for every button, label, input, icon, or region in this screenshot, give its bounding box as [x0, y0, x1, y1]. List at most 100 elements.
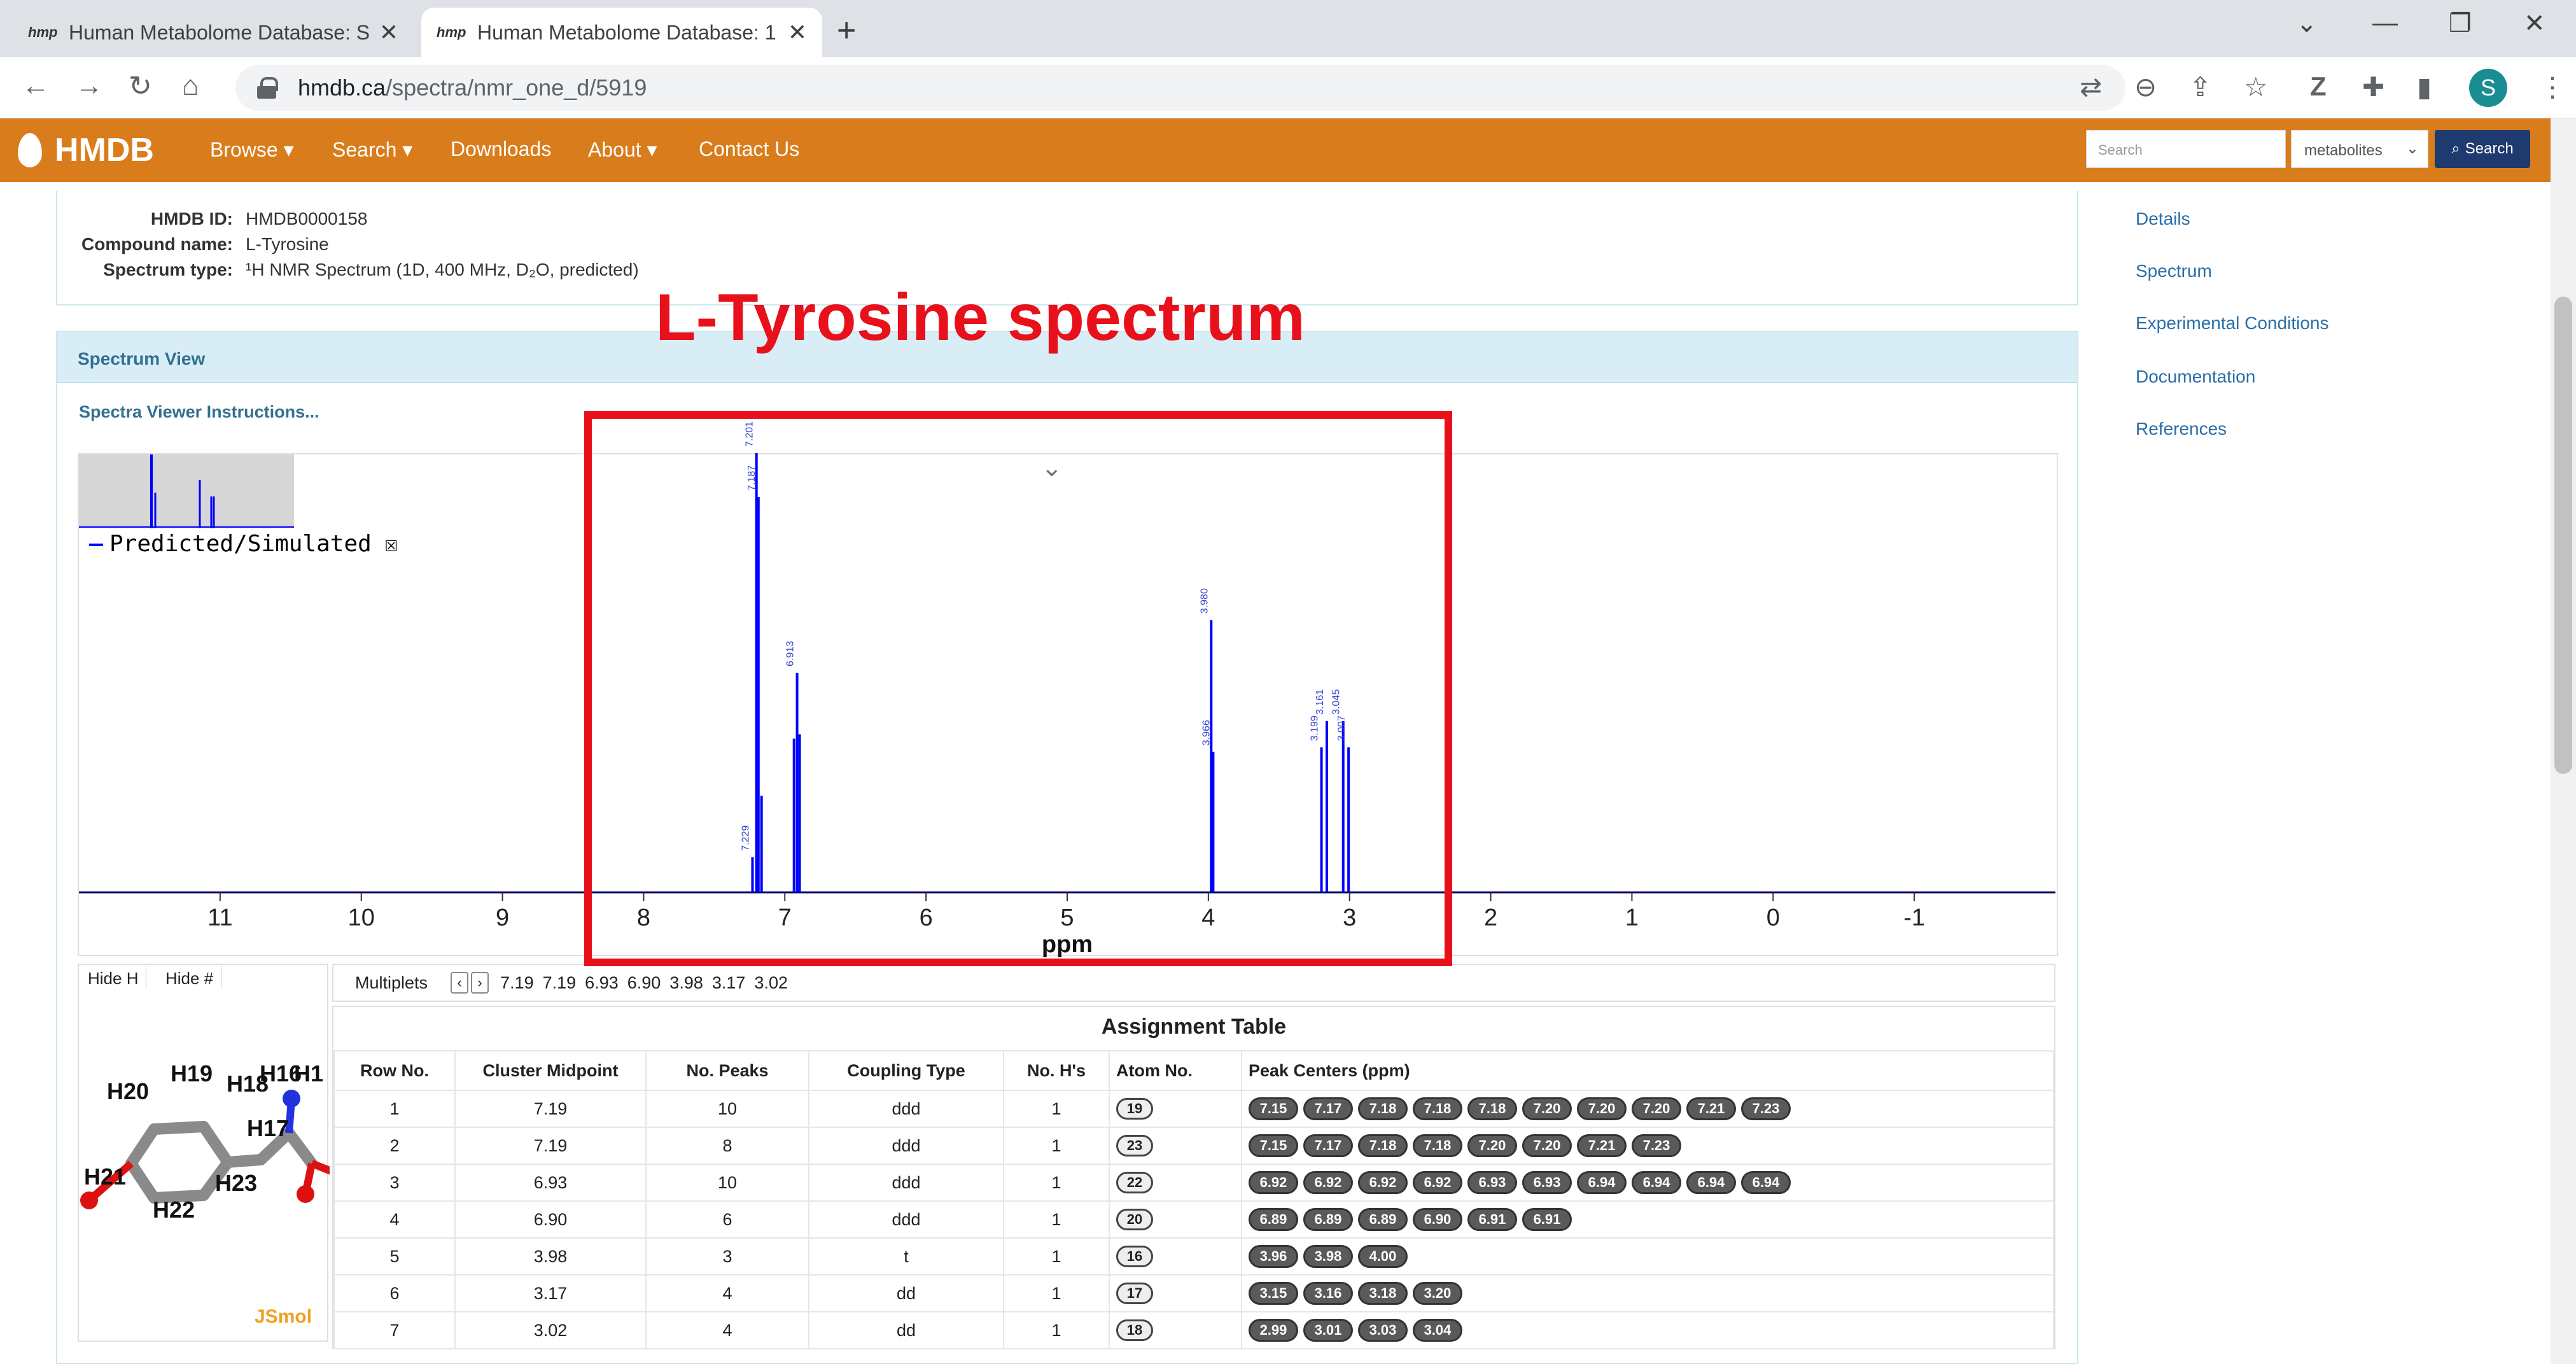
atom-label: H19	[171, 1060, 213, 1086]
peak-center-pill[interactable]: 3.04	[1413, 1319, 1462, 1342]
cluster-midpoint-cell: 6.90	[454, 1200, 647, 1239]
side-nav-references[interactable]: References	[2136, 419, 2227, 439]
row-number-cell: 2	[333, 1127, 456, 1165]
multiplet-value[interactable]: 3.17	[712, 973, 746, 993]
peak-center-pill[interactable]: 6.94	[1686, 1171, 1736, 1194]
multiplet-value[interactable]: 7.19	[543, 973, 577, 993]
multiplet-value[interactable]: 6.90	[627, 973, 661, 993]
peak-center-pill[interactable]: 7.20	[1632, 1097, 1681, 1120]
peak-center-pill[interactable]: 6.89	[1303, 1208, 1353, 1231]
peak-center-pill[interactable]: 7.20	[1577, 1097, 1627, 1120]
side-nav-experimental-conditions[interactable]: Experimental Conditions	[2136, 313, 2329, 334]
multiplet-value[interactable]: 3.98	[669, 973, 703, 993]
peak-center-pill[interactable]: 2.99	[1249, 1319, 1298, 1342]
number-of-h-cell: 1	[1003, 1127, 1110, 1165]
cluster-midpoint-cell: 3.02	[454, 1311, 647, 1349]
peak-center-pill[interactable]: 7.23	[1741, 1097, 1791, 1120]
molecule-3d-render	[80, 1090, 330, 1209]
peak-center-pill[interactable]: 3.96	[1249, 1245, 1298, 1268]
assignment-table: Row No. Cluster Midpoint No. Peaks Coupl…	[333, 1050, 2054, 1349]
peak-center-pill[interactable]: 3.16	[1303, 1282, 1353, 1305]
table-header-row: Row No. Cluster Midpoint No. Peaks Coupl…	[333, 1050, 2054, 1091]
previous-multiplet-button[interactable]: ‹	[451, 972, 469, 994]
peak-center-pill[interactable]: 7.21	[1686, 1097, 1736, 1120]
atom-label: H20	[107, 1078, 150, 1104]
peak-center-pill[interactable]: 7.18	[1358, 1097, 1408, 1120]
peak-center-pill[interactable]: 7.18	[1413, 1097, 1462, 1120]
atom-number-badge[interactable]: 22	[1116, 1172, 1153, 1193]
peak-center-pill[interactable]: 6.94	[1632, 1171, 1681, 1194]
table-row: 6 3.17 4 dd 1 17 3.15 3.16 3.18 3.20	[333, 1274, 2054, 1312]
coupling-type-cell: ddd	[808, 1090, 1004, 1128]
peak-center-pill[interactable]: 6.90	[1413, 1208, 1462, 1231]
peak-center-pill[interactable]: 6.93	[1467, 1171, 1517, 1194]
atom-number-badge[interactable]: 20	[1116, 1209, 1153, 1230]
x-tick-label: 11	[207, 904, 232, 931]
peak-center-pill[interactable]: 7.18	[1358, 1134, 1408, 1157]
atom-number-cell: 19	[1109, 1090, 1242, 1128]
peak-center-pill[interactable]: 6.92	[1413, 1171, 1462, 1194]
atom-number-badge[interactable]: 18	[1116, 1319, 1153, 1341]
atom-label: H17	[247, 1115, 290, 1141]
atom-number-badge[interactable]: 23	[1116, 1135, 1153, 1157]
peak-center-pill[interactable]: 6.91	[1467, 1208, 1517, 1231]
jsmol-label: JSmol	[255, 1306, 312, 1327]
atom-number-cell: 16	[1109, 1237, 1242, 1276]
atom-label: H1	[294, 1060, 324, 1086]
multiplet-value[interactable]: 7.19	[500, 973, 534, 993]
peak-center-pill[interactable]: 7.17	[1303, 1134, 1353, 1157]
multiplet-value[interactable]: 6.93	[585, 973, 619, 993]
atom-number-badge[interactable]: 17	[1116, 1283, 1153, 1304]
peak-center-pill[interactable]: 4.00	[1358, 1245, 1408, 1268]
peak-center-pill[interactable]: 6.92	[1303, 1171, 1353, 1194]
number-of-peaks-cell: 3	[645, 1237, 809, 1276]
peak-center-pill[interactable]: 7.15	[1249, 1134, 1298, 1157]
peak-center-pill[interactable]: 7.21	[1577, 1134, 1627, 1157]
peak-center-pill[interactable]: 3.03	[1358, 1319, 1408, 1342]
number-of-peaks-cell: 8	[645, 1127, 809, 1165]
peak-center-pill[interactable]: 3.15	[1249, 1282, 1298, 1305]
number-of-peaks-cell: 10	[645, 1164, 809, 1202]
column-header: Atom No.	[1109, 1050, 1242, 1091]
peak-center-pill[interactable]: 7.15	[1249, 1097, 1298, 1120]
peak-center-pill[interactable]: 3.01	[1303, 1319, 1353, 1342]
peak-centers-cell: 7.15 7.17 7.18 7.18 7.20 7.20 7.21 7.23	[1241, 1127, 2054, 1165]
column-header: Coupling Type	[808, 1050, 1004, 1091]
cluster-midpoint-cell: 7.19	[454, 1090, 647, 1128]
table-row: 1 7.19 10 ddd 1 19 7.15 7.17 7.18 7.18 7.18 7.20 7.2…	[333, 1090, 2054, 1128]
number-of-h-cell: 1	[1003, 1090, 1110, 1128]
peak-center-pill[interactable]: 7.20	[1522, 1097, 1572, 1120]
multiplet-value[interactable]: 3.02	[754, 973, 788, 993]
assignment-table-title: Assignment Table	[1101, 1015, 1287, 1039]
peak-center-pill[interactable]: 6.94	[1741, 1171, 1791, 1194]
next-multiplet-button[interactable]: ›	[471, 972, 489, 994]
atom-number-badge[interactable]: 19	[1116, 1098, 1153, 1120]
atom-number-badge[interactable]: 16	[1116, 1246, 1153, 1267]
peak-center-pill[interactable]: 3.20	[1413, 1282, 1462, 1305]
side-nav-documentation[interactable]: Documentation	[2136, 367, 2255, 387]
peak-center-pill[interactable]: 6.94	[1577, 1171, 1627, 1194]
cluster-midpoint-cell: 6.93	[454, 1164, 647, 1202]
row-number-cell: 4	[333, 1200, 456, 1239]
peak-center-pill[interactable]: 6.92	[1249, 1171, 1298, 1194]
peak-center-pill[interactable]: 3.98	[1303, 1245, 1353, 1268]
side-nav-spectrum[interactable]: Spectrum	[2136, 261, 2212, 281]
molecule-viewer[interactable]: Hide H Hide # H20 H19 H18 H16 H1 H17 H21…	[78, 964, 330, 1342]
peak-center-pill[interactable]: 7.17	[1303, 1097, 1353, 1120]
peak-center-pill[interactable]: 6.92	[1358, 1171, 1408, 1194]
peak-center-pill[interactable]: 7.18	[1413, 1134, 1462, 1157]
table-row: 5 3.98 3 t 1 16 3.96 3.98 4.00	[333, 1237, 2054, 1276]
peak-center-pill[interactable]: 7.23	[1632, 1134, 1681, 1157]
atom-number-cell: 22	[1109, 1164, 1242, 1202]
side-nav-details[interactable]: Details	[2136, 209, 2190, 229]
peak-center-pill[interactable]: 7.20	[1522, 1134, 1572, 1157]
peak-center-pill[interactable]: 6.89	[1249, 1208, 1298, 1231]
number-of-h-cell: 1	[1003, 1164, 1110, 1202]
peak-center-pill[interactable]: 7.20	[1467, 1134, 1517, 1157]
peak-center-pill[interactable]: 6.93	[1522, 1171, 1572, 1194]
peak-center-pill[interactable]: 3.18	[1358, 1282, 1408, 1305]
peak-center-pill[interactable]: 7.18	[1467, 1097, 1517, 1120]
assignment-table-panel: Assignment Table Row No. Cluster Midpoin…	[332, 1006, 2055, 1349]
peak-center-pill[interactable]: 6.89	[1358, 1208, 1408, 1231]
peak-center-pill[interactable]: 6.91	[1522, 1208, 1572, 1231]
